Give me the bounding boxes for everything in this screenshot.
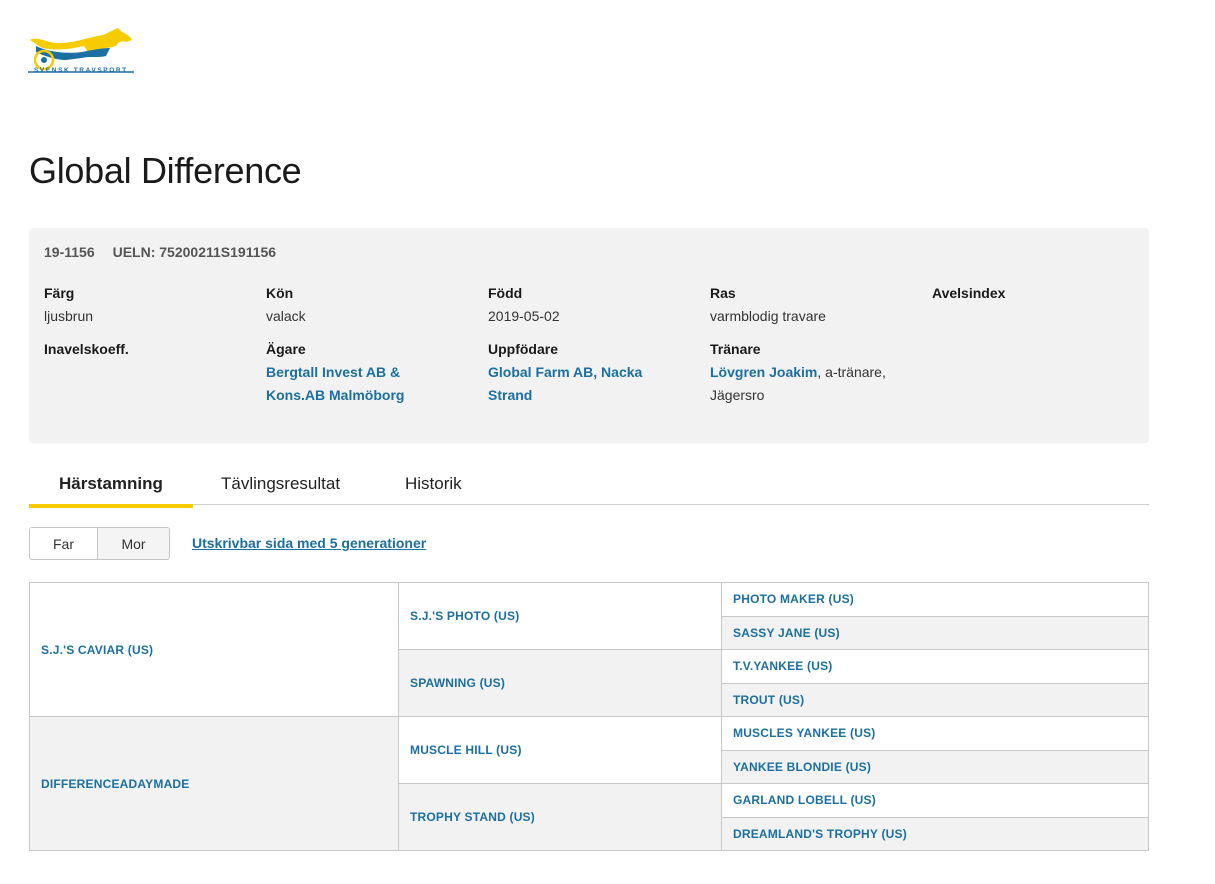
printable-page-link[interactable]: Utskrivbar sida med 5 generationer — [192, 535, 426, 551]
tab-bar: Härstamning Tävlingsresultat Historik — [29, 466, 1149, 508]
field-label: Tränare — [710, 341, 761, 357]
pedigree-gen3-5[interactable]: MUSCLES YANKEE (US) — [721, 716, 1149, 751]
field-value: ljusbrun — [44, 308, 94, 324]
field-label: Ras — [710, 285, 736, 301]
tab-historik[interactable]: Historik — [405, 474, 462, 504]
breeder-line-1: Global Farm AB, Nacka — [488, 364, 643, 380]
pedigree-sire-sire[interactable]: S.J.'S PHOTO (US) — [398, 582, 722, 650]
pedigree-gen3-4[interactable]: TROUT (US) — [721, 682, 1149, 717]
pedigree-dam[interactable]: DIFFERENCEADAYMADE — [29, 716, 399, 851]
field-label: Inavelskoeff. — [44, 341, 129, 357]
pedigree-sire[interactable]: S.J.'S CAVIAR (US) — [29, 582, 399, 717]
pedigree-sire-dam[interactable]: SPAWNING (US) — [398, 649, 722, 717]
owner-line-2: Kons.AB Malmöborg — [266, 387, 405, 403]
owner-link[interactable]: Bergtall Invest AB & Kons.AB Malmöborg — [266, 364, 404, 403]
pedigree-dam-dam[interactable]: TROPHY STAND (US) — [398, 783, 722, 851]
pedigree-gen3-3[interactable]: T.V.YANKEE (US) — [721, 649, 1149, 684]
pedigree-table: S.J.'S CAVIAR (US) S.J.'S PHOTO (US) PHO… — [29, 582, 1149, 851]
pedigree-gen3-6[interactable]: YANKEE BLONDIE (US) — [721, 749, 1149, 784]
ueln-number: UELN: 75200211S191156 — [112, 244, 277, 260]
field-label: Uppfödare — [488, 341, 558, 357]
field-label: Född — [488, 285, 523, 301]
field-value: 2019-05-02 — [488, 308, 560, 324]
field-value: varmblodig travare — [710, 308, 826, 324]
table-row: S.J.'S CAVIAR (US) S.J.'S PHOTO (US) PHO… — [29, 582, 1149, 717]
mor-button[interactable]: Mor — [97, 528, 169, 559]
field-kon: Kön valack — [266, 282, 476, 328]
page-title: Global Difference — [29, 150, 302, 191]
owner-line-1: Bergtall Invest AB & — [266, 364, 401, 380]
trainer-location: Jägersro — [710, 387, 765, 403]
field-farg: Färg ljusbrun — [44, 282, 254, 328]
field-tranare: Tränare Lövgren Joakim, a-tränare, Jägers… — [710, 338, 920, 407]
tab-harstamning[interactable]: Härstamning — [29, 474, 193, 508]
tab-tavlingsresultat[interactable]: Tävlingsresultat — [221, 474, 340, 504]
field-ras: Ras varmblodig travare — [710, 282, 920, 328]
field-label: Färg — [44, 285, 75, 301]
logo-text: SVENSK TRAVSPORT — [34, 67, 128, 74]
pedigree-gen3-7[interactable]: GARLAND LOBELL (US) — [721, 783, 1149, 818]
registration-number: 19-1156 — [44, 244, 95, 260]
trainer-suffix: , a-tränare, — [817, 364, 886, 380]
field-label: Avelsindex — [932, 285, 1006, 301]
pedigree-gen3-2[interactable]: SASSY JANE (US) — [721, 615, 1149, 650]
far-button[interactable]: Far — [30, 528, 97, 559]
field-label: Ägare — [266, 341, 306, 357]
table-row: DIFFERENCEADAYMADE MUSCLE HILL (US) MUSC… — [29, 716, 1149, 851]
pedigree-gen3-1[interactable]: PHOTO MAKER (US) — [721, 582, 1149, 617]
pedigree-gen3-8[interactable]: DREAMLAND'S TROPHY (US) — [721, 816, 1149, 851]
horse-ids: 19-1156 UELN: 75200211S191156 — [44, 244, 276, 260]
field-uppfodare: Uppfödare Global Farm AB, Nacka Strand — [488, 338, 698, 407]
field-agare: Ägare Bergtall Invest AB & Kons.AB Malmöb… — [266, 338, 476, 407]
field-label: Kön — [266, 285, 294, 301]
field-value: valack — [266, 308, 306, 324]
field-inavelskoeff: Inavelskoeff. — [44, 338, 254, 361]
field-fodd: Född 2019-05-02 — [488, 282, 698, 328]
pedigree-dam-sire[interactable]: MUSCLE HILL (US) — [398, 716, 722, 784]
horse-info-panel: 19-1156 UELN: 75200211S191156 Färg ljusbr… — [29, 228, 1149, 443]
field-avelsindex: Avelsindex — [932, 282, 1142, 305]
trainer-link[interactable]: Lövgren Joakim — [710, 364, 817, 380]
breeder-line-2: Strand — [488, 387, 533, 403]
breeder-link[interactable]: Global Farm AB, Nacka Strand — [488, 364, 642, 403]
sire-dam-toggle: Far Mor — [29, 527, 170, 560]
